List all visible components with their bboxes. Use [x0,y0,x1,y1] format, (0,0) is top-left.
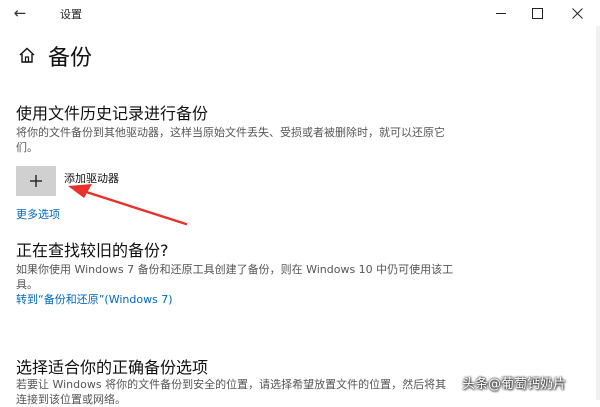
backup-restore-link[interactable]: 转到“备份和还原”(Windows 7) [16,291,173,307]
scrollbar[interactable] [596,26,600,400]
watermark: 头条@葡萄钙奶片 [462,377,567,392]
annotation-arrow [68,184,188,226]
old-backup-description: 如果你使用 Windows 7 备份和还原工具创建了备份，则在 Windows … [16,263,454,291]
old-backup-heading: 正在查找较旧的备份? [16,241,169,260]
choose-option-heading: 选择适合你的正确备份选项 [16,358,209,377]
choose-option-description: 若要让 Windows 将你的文件备份到安全的位置，请选择希望放置文件的位置，然… [16,378,447,406]
